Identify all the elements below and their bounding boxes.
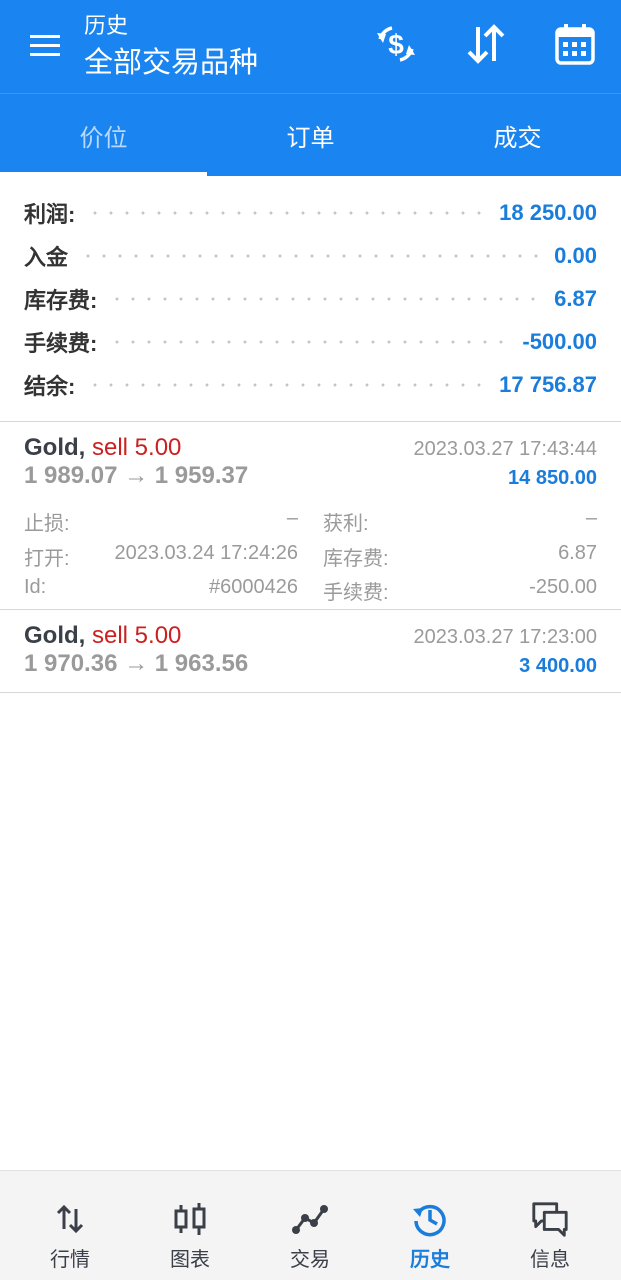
- dot-leader: [87, 383, 488, 387]
- open-value: 2023.03.24 17:24:26: [114, 542, 298, 564]
- nav-trade[interactable]: 交易: [248, 1171, 372, 1280]
- app-bar: 历史 全部交易品种 $: [0, 0, 621, 93]
- currency-exchange-button[interactable]: $: [372, 20, 420, 68]
- detail-commission-label: 手续费:: [323, 582, 389, 604]
- nav-label: 历史: [410, 1249, 450, 1271]
- swap-value: 6.87: [554, 286, 597, 311]
- deal-prices: 1 970.36 → 1 963.56: [24, 650, 249, 677]
- page-subtitle: 历史: [84, 13, 129, 38]
- balance-label: 结余:: [24, 374, 76, 399]
- tab-bar: 价位 订单 成交: [0, 93, 621, 176]
- page-title: 全部交易品种: [84, 47, 259, 79]
- summary-panel: 利润: 18 250.00 入金 0.00 库存费: 6.87 手续费: -50…: [0, 176, 621, 422]
- tp-label: 获利:: [323, 513, 369, 535]
- sl-label: 止损:: [24, 513, 70, 535]
- candlestick-chart-icon: [170, 1199, 210, 1239]
- deal-side: sell 5.00: [92, 434, 182, 461]
- history-clock-icon: [410, 1199, 450, 1239]
- sl-value: –: [286, 507, 298, 529]
- deal-title: Gold, sell 5.00: [24, 622, 181, 650]
- bottom-navigation: 行情 图表 交易 历史 信息: [0, 1170, 621, 1280]
- swap-label: 库存费:: [24, 288, 98, 313]
- deal-profit: 14 850.00: [508, 467, 597, 489]
- tab-orders[interactable]: 订单: [207, 94, 414, 177]
- nav-label: 行情: [50, 1249, 90, 1271]
- deal-symbol: Gold,: [24, 434, 86, 461]
- deposit-value: 0.00: [554, 243, 597, 268]
- open-label: 打开:: [24, 548, 70, 570]
- dot-leader: [109, 340, 511, 344]
- id-value: #6000426: [209, 576, 298, 598]
- trade-line-icon: [290, 1199, 330, 1239]
- deal-side: sell 5.00: [92, 622, 182, 649]
- nav-label: 信息: [530, 1249, 570, 1271]
- calendar-button[interactable]: [551, 20, 599, 68]
- detail-swap-value: 6.87: [558, 542, 597, 564]
- id-label: Id:: [24, 576, 47, 598]
- deposit-label: 入金: [24, 245, 69, 270]
- deal-time: 2023.03.27 17:43:44: [413, 438, 597, 460]
- nav-label: 交易: [290, 1249, 330, 1271]
- dot-leader: [80, 254, 543, 258]
- tab-deals[interactable]: 成交: [414, 94, 621, 177]
- menu-icon: [30, 35, 60, 56]
- messages-icon: [530, 1199, 570, 1239]
- dot-leader: [87, 211, 488, 215]
- deal-title: Gold, sell 5.00: [24, 434, 181, 462]
- tab-positions[interactable]: 价位: [0, 94, 207, 177]
- summary-row-profit: 利润: 18 250.00: [24, 196, 597, 230]
- summary-row-commission: 手续费: -500.00: [24, 325, 597, 359]
- detail-commission-value: -250.00: [529, 576, 597, 598]
- quotes-arrows-icon: [50, 1199, 90, 1239]
- nav-messages[interactable]: 信息: [488, 1171, 612, 1280]
- svg-text:$: $: [388, 29, 404, 60]
- deal-item[interactable]: Gold, sell 5.00 2023.03.27 17:43:44 1 98…: [0, 422, 621, 610]
- balance-value: 17 756.87: [499, 372, 597, 397]
- deal-symbol: Gold,: [24, 622, 86, 649]
- calendar-icon: [555, 24, 595, 65]
- nav-history[interactable]: 历史: [368, 1171, 492, 1280]
- tp-value: –: [585, 507, 597, 529]
- deal-prices: 1 989.07 → 1 959.37: [24, 462, 249, 489]
- profit-value: 18 250.00: [499, 200, 597, 225]
- deal-profit: 3 400.00: [519, 655, 597, 677]
- nav-quotes[interactable]: 行情: [8, 1171, 132, 1280]
- detail-swap-label: 库存费:: [323, 548, 389, 570]
- summary-row-balance: 结余: 17 756.87: [24, 368, 597, 402]
- deal-time: 2023.03.27 17:23:00: [413, 626, 597, 648]
- commission-value: -500.00: [522, 329, 597, 354]
- sort-button[interactable]: [462, 20, 510, 68]
- summary-row-swap: 库存费: 6.87: [24, 282, 597, 316]
- menu-button[interactable]: [28, 30, 68, 62]
- nav-label: 图表: [170, 1249, 210, 1271]
- sort-icon: [467, 24, 505, 64]
- dot-leader: [109, 297, 543, 301]
- title-block[interactable]: 历史 全部交易品种: [84, 12, 258, 82]
- nav-chart[interactable]: 图表: [128, 1171, 252, 1280]
- summary-row-deposit: 入金 0.00: [24, 239, 597, 273]
- profit-label: 利润:: [24, 202, 76, 227]
- commission-label: 手续费:: [24, 331, 98, 356]
- deal-item[interactable]: Gold, sell 5.00 2023.03.27 17:23:00 1 97…: [0, 610, 621, 693]
- currency-exchange-icon: $: [377, 26, 415, 62]
